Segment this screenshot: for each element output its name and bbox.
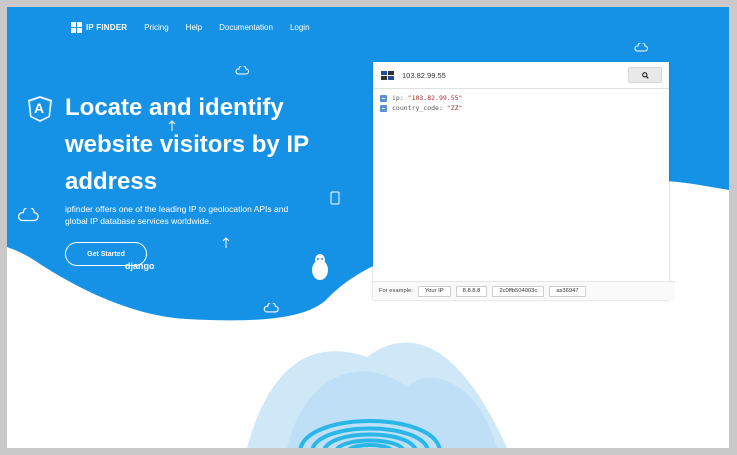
brand-logo[interactable]: IP FINDER <box>71 21 128 33</box>
angular-letter: A <box>34 100 45 116</box>
arrow-up-icon <box>222 237 230 248</box>
example-asn-button[interactable]: as36947 <box>549 285 586 297</box>
ip-lookup-panel: ip: "103.82.99.55" country_code: "ZZ" Fo… <box>373 62 675 300</box>
json-key: country_code <box>392 104 439 112</box>
nav-link-login[interactable]: Login <box>290 23 310 32</box>
cloud-icon <box>263 303 279 313</box>
example-ipv6-button[interactable]: 2c0ffb504003c <box>492 285 545 297</box>
hero-headline: Locate and identify website visitors by … <box>65 94 309 195</box>
cloud-icon <box>235 66 249 75</box>
logo-icon <box>71 21 82 33</box>
top-nav: IP FINDER Pricing Help Documentation Log… <box>71 17 310 37</box>
json-value: "103.82.99.55" <box>407 94 463 102</box>
search-icon <box>641 71 649 79</box>
nav-link-documentation[interactable]: Documentation <box>219 23 273 32</box>
json-line: country_code: "ZZ" <box>373 103 669 113</box>
collapse-toggle-icon[interactable] <box>380 104 387 112</box>
json-result: ip: "103.82.99.55" country_code: "ZZ" <box>373 93 669 276</box>
examples-bar: For example: Your IP 8.8.8.8 2c0ffb50400… <box>373 281 675 300</box>
ip-search-bar <box>373 62 669 89</box>
cloud-icon <box>634 43 648 52</box>
ip-input[interactable] <box>402 70 628 80</box>
django-logo: django <box>125 261 155 271</box>
json-value: "ZZ" <box>446 104 463 112</box>
mobile-icon <box>330 191 340 205</box>
hero-subtext: ipfinder offers one of the leading IP to… <box>65 204 289 226</box>
tux-icon <box>312 254 328 280</box>
example-8888-button[interactable]: 8.8.8.8 <box>455 285 488 297</box>
collapse-toggle-icon[interactable] <box>380 94 387 102</box>
example-your-ip-button[interactable]: Your IP <box>417 285 451 297</box>
brand-name: IP FINDER <box>86 22 128 32</box>
nav-link-help[interactable]: Help <box>186 23 202 32</box>
flag-icon <box>381 70 394 80</box>
cloud-icon <box>18 208 39 222</box>
nav-link-pricing[interactable]: Pricing <box>144 23 168 32</box>
examples-label: For example: <box>379 288 413 294</box>
search-button[interactable] <box>628 67 662 83</box>
json-key: ip <box>392 94 400 102</box>
json-line: ip: "103.82.99.55" <box>373 93 669 103</box>
fingerprint-icon <box>298 419 442 448</box>
browser-viewport: A IP FINDER Pricing Help Documentation L… <box>7 7 729 448</box>
